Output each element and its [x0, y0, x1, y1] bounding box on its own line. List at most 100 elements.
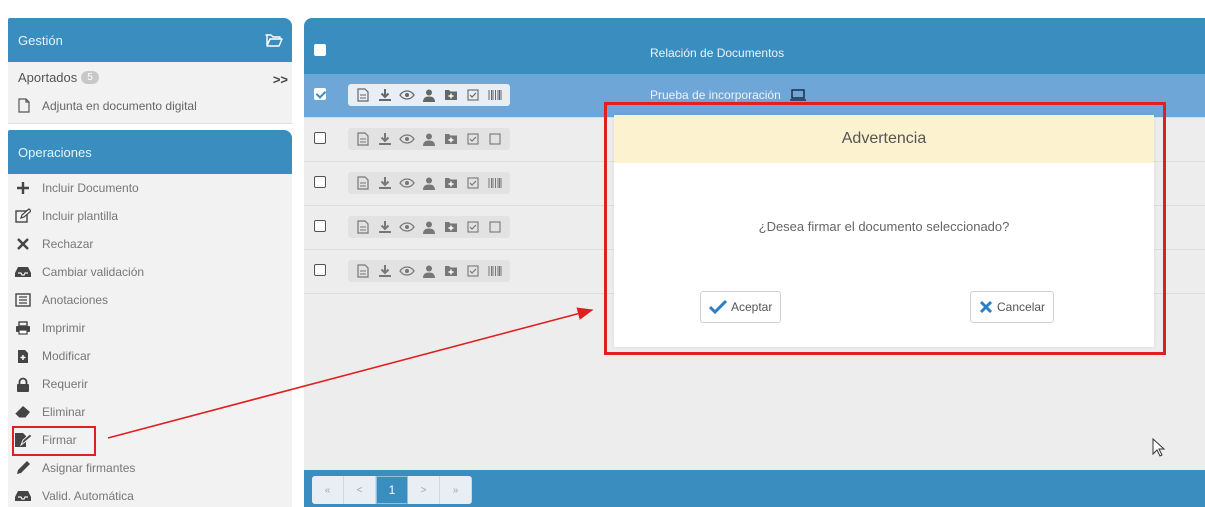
op-incluir-documento[interactable]: Incluir Documento	[14, 176, 139, 200]
op-label: Asignar firmantes	[42, 461, 136, 475]
pager-next-button[interactable]: >	[408, 476, 440, 504]
file-plus-icon	[14, 348, 32, 364]
op-label: Modificar	[42, 349, 91, 363]
pager-current-page[interactable]: 1	[376, 476, 408, 504]
barcode-icon[interactable]	[484, 260, 506, 282]
op-label: Imprimir	[42, 321, 86, 335]
print-icon	[14, 320, 32, 336]
sidebar: Gestión Aportados 5 >> Adjunta en docume…	[0, 0, 300, 507]
operaciones-header[interactable]: Operaciones	[8, 130, 292, 174]
aportados-label: Aportados	[18, 70, 78, 85]
gestion-title: Gestión	[18, 32, 63, 48]
cancel-button[interactable]: Cancelar	[970, 291, 1055, 323]
row-toolset	[348, 84, 510, 106]
row-checkbox[interactable]	[314, 176, 326, 188]
table-title: Relación de Documentos	[650, 46, 785, 60]
folder-plus-icon[interactable]	[440, 128, 462, 150]
row-toolset	[348, 260, 510, 282]
op-label: Eliminar	[42, 405, 86, 419]
op-label: Anotaciones	[42, 293, 109, 307]
dialog-header: Advertencia	[614, 115, 1154, 163]
inbox-icon	[14, 264, 32, 280]
inbox-icon	[14, 488, 32, 504]
document-icon[interactable]	[352, 84, 374, 106]
aportados-count-badge: 5	[81, 71, 99, 84]
barcode-icon[interactable]	[484, 172, 506, 194]
op-cambiar-validacion[interactable]: Cambiar validación	[14, 260, 144, 284]
aportados-row[interactable]: Aportados 5	[18, 70, 288, 85]
cancel-label: Cancelar	[997, 300, 1046, 314]
user-icon[interactable]	[418, 216, 440, 238]
row-checkbox[interactable]	[314, 264, 326, 276]
row-checkbox[interactable]	[314, 132, 326, 144]
eye-icon[interactable]	[396, 84, 418, 106]
op-imprimir[interactable]: Imprimir	[14, 316, 85, 340]
barcode-icon[interactable]	[484, 84, 506, 106]
checkbox-icon[interactable]	[462, 216, 484, 238]
op-eliminar[interactable]: Eliminar	[14, 400, 85, 424]
document-icon[interactable]	[352, 216, 374, 238]
square-icon[interactable]	[484, 216, 506, 238]
op-label: Requerir	[42, 377, 89, 391]
op-valid-automatica[interactable]: Valid. Automática	[14, 484, 134, 507]
checkbox-icon[interactable]	[462, 84, 484, 106]
checkbox-icon[interactable]	[462, 128, 484, 150]
download-icon[interactable]	[374, 84, 396, 106]
document-icon[interactable]	[352, 172, 374, 194]
op-incluir-plantilla[interactable]: Incluir plantilla	[14, 204, 118, 228]
firmar-highlight-box	[12, 426, 96, 456]
download-icon[interactable]	[374, 260, 396, 282]
op-rechazar[interactable]: Rechazar	[14, 232, 93, 256]
op-asignar-firmantes[interactable]: Asignar firmantes	[14, 456, 135, 480]
operaciones-title: Operaciones	[18, 144, 92, 160]
user-icon[interactable]	[418, 260, 440, 282]
row-title[interactable]: Prueba de incorporación	[650, 88, 807, 102]
download-icon[interactable]	[374, 216, 396, 238]
download-icon[interactable]	[374, 172, 396, 194]
square-icon[interactable]	[484, 128, 506, 150]
row-checkbox[interactable]	[314, 220, 326, 232]
checkbox-icon[interactable]	[462, 260, 484, 282]
pager-first-button[interactable]: «	[312, 476, 344, 504]
eye-icon[interactable]	[396, 260, 418, 282]
folder-open-icon[interactable]	[262, 28, 286, 52]
user-icon[interactable]	[418, 172, 440, 194]
close-icon	[979, 300, 993, 314]
document-icon[interactable]	[352, 128, 374, 150]
op-anotaciones[interactable]: Anotaciones	[14, 288, 108, 312]
pager-last-button[interactable]: »	[440, 476, 472, 504]
row-toolset	[348, 216, 510, 238]
op-requerir[interactable]: Requerir	[14, 372, 88, 396]
plus-icon	[14, 180, 32, 196]
adjunta-label: Adjunta en documento digital	[42, 99, 197, 113]
document-icon[interactable]	[352, 260, 374, 282]
checkbox-icon[interactable]	[462, 172, 484, 194]
operaciones-panel: Incluir Documento Incluir plantilla Rech…	[8, 174, 292, 507]
folder-plus-icon[interactable]	[440, 216, 462, 238]
mouse-cursor-icon	[1152, 437, 1166, 461]
adjunta-item[interactable]: Adjunta en documento digital	[18, 98, 197, 114]
eye-icon[interactable]	[396, 128, 418, 150]
expand-chevron-icon[interactable]: >>	[273, 72, 288, 87]
folder-plus-icon[interactable]	[440, 260, 462, 282]
pager-prev-button[interactable]: <	[344, 476, 376, 504]
eye-icon[interactable]	[396, 216, 418, 238]
eye-icon[interactable]	[396, 172, 418, 194]
select-all-checkbox[interactable]	[314, 44, 326, 56]
op-label: Rechazar	[42, 237, 94, 251]
op-label: Incluir Documento	[42, 181, 139, 195]
row-checkbox[interactable]	[314, 88, 326, 100]
folder-plus-icon[interactable]	[440, 84, 462, 106]
user-icon[interactable]	[418, 128, 440, 150]
accept-button[interactable]: Aceptar	[700, 291, 782, 323]
row-toolset	[348, 172, 510, 194]
op-modificar[interactable]: Modificar	[14, 344, 91, 368]
gestion-header[interactable]: Gestión	[8, 18, 292, 62]
edit-template-icon	[14, 208, 32, 224]
document-name: Prueba de incorporación	[650, 88, 781, 102]
download-icon[interactable]	[374, 128, 396, 150]
dialog-message: ¿Desea firmar el documento seleccionado?	[758, 219, 1010, 234]
user-icon[interactable]	[418, 84, 440, 106]
folder-plus-icon[interactable]	[440, 172, 462, 194]
pagination-bar: « < 1 > »	[304, 470, 1205, 507]
